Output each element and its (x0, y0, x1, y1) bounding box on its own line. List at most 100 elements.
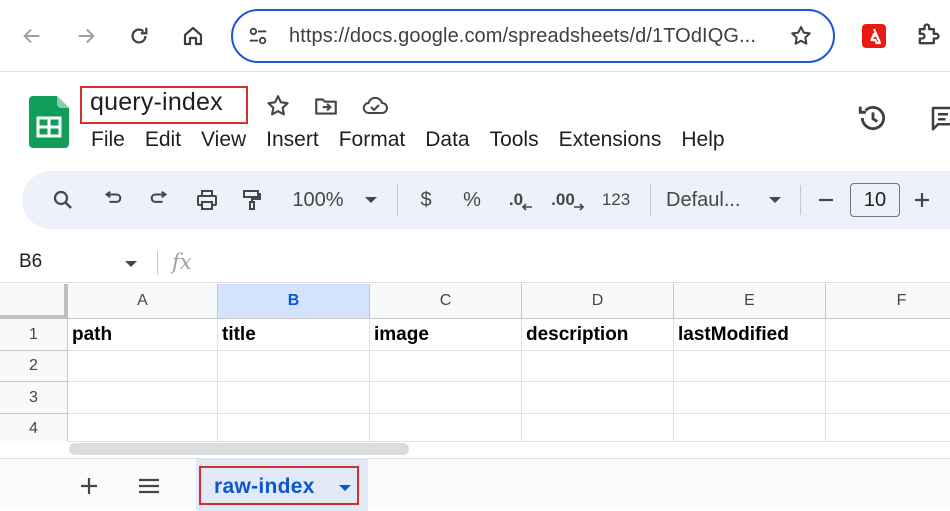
font-dropdown-button[interactable] (763, 171, 787, 229)
cell-d4[interactable] (522, 414, 674, 441)
cell-a4[interactable] (68, 414, 218, 441)
print-button[interactable] (192, 171, 222, 229)
cell-c1[interactable]: image (370, 319, 522, 351)
horizontal-scrollbar-thumb[interactable] (69, 443, 409, 455)
sheet-tab-bar (0, 458, 950, 511)
chevron-down-icon[interactable] (124, 259, 138, 269)
menu-bar: File Edit View Insert Format Data Tools … (81, 127, 735, 153)
column-header-a[interactable]: A (68, 284, 218, 319)
zoom-dropdown-button[interactable] (359, 171, 383, 229)
doc-title[interactable]: query-index (90, 88, 223, 117)
row-header-1[interactable]: 1 (0, 319, 68, 351)
menu-edit[interactable]: Edit (135, 127, 191, 153)
menu-extensions[interactable]: Extensions (549, 127, 672, 153)
decrease-font-size-button[interactable] (812, 171, 840, 229)
url-text[interactable]: https://docs.google.com/spreadsheets/d/1… (289, 25, 756, 48)
cell-f3[interactable] (826, 382, 950, 414)
cell-b3[interactable] (218, 382, 370, 414)
row-header-4[interactable]: 4 (0, 414, 68, 441)
sheet-tab-label[interactable]: raw-index (214, 475, 315, 499)
cell-d1[interactable]: description (522, 319, 674, 351)
chevron-down-icon (769, 197, 781, 203)
cell-e3[interactable] (674, 382, 826, 414)
cell-e2[interactable] (674, 351, 826, 382)
all-sheets-menu-icon[interactable] (137, 476, 161, 496)
format-currency-button[interactable]: $ (412, 171, 440, 229)
reload-button[interactable] (123, 20, 155, 52)
redo-button[interactable] (144, 171, 174, 229)
menu-insert[interactable]: Insert (256, 127, 329, 153)
menu-data[interactable]: Data (415, 127, 479, 153)
cell-f2[interactable] (826, 351, 950, 382)
cell-b1[interactable]: title (218, 319, 370, 351)
forward-button[interactable] (70, 20, 102, 52)
number-format-label: 123 (601, 190, 631, 209)
menu-view[interactable]: View (191, 127, 256, 153)
menu-tools[interactable]: Tools (480, 127, 549, 153)
sheet-tab-dropdown-icon[interactable] (338, 483, 352, 493)
format-percent-button[interactable]: % (458, 171, 486, 229)
plus-icon (915, 193, 929, 207)
name-box[interactable]: B6 (19, 251, 42, 273)
star-icon[interactable] (265, 93, 291, 119)
bookmark-star-icon[interactable] (789, 24, 813, 48)
column-header-f[interactable]: F (826, 284, 950, 319)
cell-c3[interactable] (370, 382, 522, 414)
cell-d2[interactable] (522, 351, 674, 382)
column-header-e[interactable]: E (674, 284, 826, 319)
cell-e1[interactable]: lastModified (674, 319, 826, 351)
cell-a3[interactable] (68, 382, 218, 414)
paint-format-button[interactable] (237, 171, 267, 229)
row-header-3[interactable]: 3 (0, 382, 68, 414)
font-size-input[interactable]: 10 (850, 183, 900, 217)
spreadsheet-grid: A B C D E F 1 path title image description lastModi… (0, 284, 950, 441)
paint-format-icon (243, 190, 261, 210)
reload-icon (131, 27, 148, 44)
cloud-saved-icon[interactable] (361, 93, 389, 119)
cell-e4[interactable] (674, 414, 826, 441)
menu-file[interactable]: File (81, 127, 135, 153)
site-settings-icon[interactable] (247, 25, 269, 47)
undo-icon (104, 190, 122, 203)
cell-b2[interactable] (218, 351, 370, 382)
cell-d3[interactable] (522, 382, 674, 414)
undo-button[interactable] (98, 171, 128, 229)
formula-bar: B6 fx (0, 243, 950, 283)
row-header-2[interactable]: 2 (0, 351, 68, 382)
search-menus-button[interactable] (48, 171, 78, 229)
version-history-icon[interactable] (856, 101, 890, 135)
increase-decimal-button[interactable]: .00 (550, 171, 586, 229)
cell-b4[interactable] (218, 414, 370, 441)
move-to-folder-icon[interactable] (313, 93, 339, 119)
decrease-decimal-button[interactable]: .0 (503, 171, 539, 229)
font-select[interactable]: Defaul... (666, 171, 752, 229)
cell-f1[interactable] (826, 319, 950, 351)
add-sheet-plus-icon[interactable] (78, 475, 100, 497)
address-bar[interactable]: https://docs.google.com/spreadsheets/d/1… (231, 9, 835, 63)
zoom-select[interactable]: 100% (288, 171, 348, 229)
print-icon (197, 190, 217, 210)
adobe-extension-icon[interactable] (862, 24, 886, 48)
back-arrow-icon (23, 28, 40, 44)
cell-a1[interactable]: path (68, 319, 218, 351)
google-sheets-logo-icon[interactable] (29, 96, 69, 148)
menu-format[interactable]: Format (329, 127, 416, 153)
select-all-corner[interactable] (0, 284, 68, 319)
back-button[interactable] (16, 20, 48, 52)
extensions-puzzle-icon[interactable] (914, 21, 942, 49)
cell-a2[interactable] (68, 351, 218, 382)
forward-arrow-icon (78, 28, 95, 44)
column-header-b[interactable]: B (218, 284, 370, 319)
cell-c4[interactable] (370, 414, 522, 441)
column-header-c[interactable]: C (370, 284, 522, 319)
toolbar-divider (397, 185, 398, 215)
cell-f4[interactable] (826, 414, 950, 441)
redo-icon (150, 190, 168, 203)
increase-font-size-button[interactable] (908, 171, 936, 229)
menu-help[interactable]: Help (671, 127, 734, 153)
home-button[interactable] (177, 20, 209, 52)
column-header-d[interactable]: D (522, 284, 674, 319)
comments-icon[interactable] (928, 103, 950, 133)
cell-c2[interactable] (370, 351, 522, 382)
more-formats-button[interactable]: 123 (596, 171, 636, 229)
